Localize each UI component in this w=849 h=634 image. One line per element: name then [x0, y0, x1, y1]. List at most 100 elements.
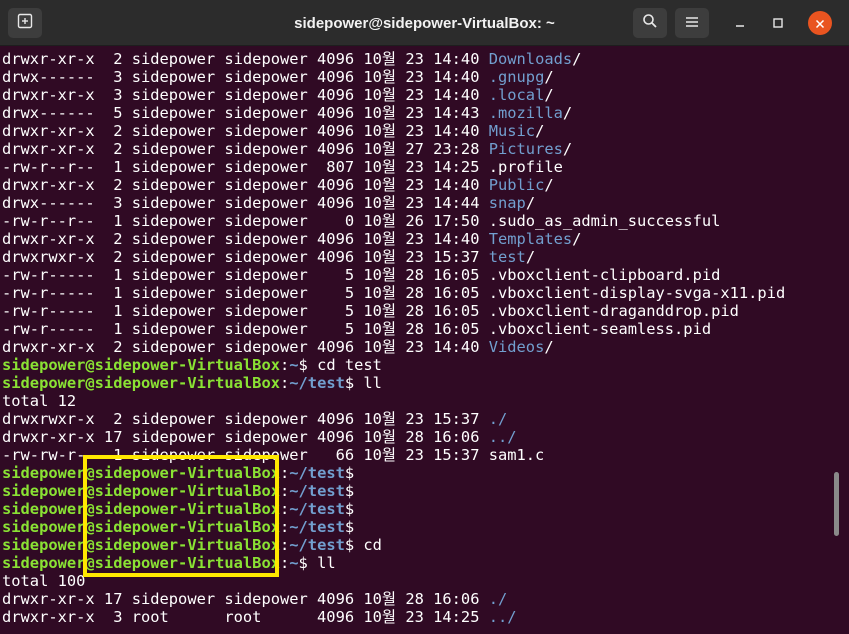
- prompt-path: ~/test: [289, 374, 345, 392]
- maximize-button[interactable]: [766, 11, 790, 35]
- directory-name: .gnupg: [488, 68, 545, 86]
- prompt-path: ~: [289, 554, 299, 572]
- terminal-text: :: [279, 374, 290, 392]
- directory-name: Pictures: [488, 140, 563, 158]
- terminal-text: :: [279, 482, 290, 500]
- terminal-text: :: [279, 464, 290, 482]
- prompt-path: ~/test: [289, 536, 345, 554]
- directory-name: Videos: [488, 338, 545, 356]
- directory-name: Templates: [488, 230, 573, 248]
- terminal-line: drwxr-xr-x 2 sidepower sidepower 4096 10…: [2, 140, 785, 158]
- directory-name: ./: [488, 410, 508, 428]
- menu-button[interactable]: [675, 8, 709, 38]
- terminal-text: :: [279, 536, 290, 554]
- directory-name: Downloads: [488, 50, 573, 68]
- terminal-text: /: [544, 176, 554, 194]
- directory-name: test: [488, 248, 526, 266]
- terminal-text: :: [279, 356, 290, 374]
- prompt-path: ~/test: [289, 518, 345, 536]
- terminal-text: -rw-r----- 1 sidepower sidepower 5 10월 2…: [2, 320, 712, 338]
- terminal-text: -rw-r----- 1 sidepower sidepower 5 10월 2…: [2, 266, 721, 284]
- terminal-line: -rw-r----- 1 sidepower sidepower 5 10월 2…: [2, 284, 785, 302]
- directory-name: .mozilla: [488, 104, 563, 122]
- terminal-line: drwxr-xr-x 17 sidepower sidepower 4096 1…: [2, 428, 785, 446]
- terminal-line: drwxr-xr-x 2 sidepower sidepower 4096 10…: [2, 50, 785, 68]
- terminal-text: :: [279, 554, 290, 572]
- prompt-path: ~: [289, 356, 299, 374]
- scrollbar-thumb[interactable]: [834, 472, 839, 536]
- terminal-text: $: [344, 482, 355, 500]
- directory-name: Music: [488, 122, 536, 140]
- prompt-path: ~/test: [289, 464, 345, 482]
- terminal-line: drwxr-xr-x 2 sidepower sidepower 4096 10…: [2, 338, 785, 356]
- terminal-text: $: [344, 500, 355, 518]
- terminal-text: drwxr-xr-x 2 sidepower sidepower 4096 10…: [2, 140, 489, 158]
- terminal-text: drwxr-xr-x 2 sidepower sidepower 4096 10…: [2, 230, 489, 248]
- title-bar: sidepower@sidepower-VirtualBox: ~: [0, 0, 849, 46]
- directory-name: ./: [488, 590, 508, 608]
- terminal-text: drwxrwxr-x 2 sidepower sidepower 4096 10…: [2, 248, 489, 266]
- terminal-text: -rw-r----- 1 sidepower sidepower 5 10월 2…: [2, 284, 786, 302]
- terminal-text: total 12: [2, 392, 77, 410]
- highlight-box: [83, 455, 279, 577]
- terminal-text: drwxr-xr-x 17 sidepower sidepower 4096 1…: [2, 590, 489, 608]
- directory-name: ../: [488, 428, 517, 446]
- terminal-text: /: [572, 50, 582, 68]
- minimize-button[interactable]: [728, 11, 752, 35]
- terminal-line: -rw-r----- 1 sidepower sidepower 5 10월 2…: [2, 302, 785, 320]
- terminal-line: drwxr-xr-x 3 root root 4096 10월 23 14:25…: [2, 608, 785, 626]
- terminal-text: /: [562, 140, 573, 158]
- terminal-line: drwx------ 5 sidepower sidepower 4096 10…: [2, 104, 785, 122]
- terminal-line: sidepower@sidepower-VirtualBox:~$ cd tes…: [2, 356, 785, 374]
- close-icon: [815, 14, 825, 33]
- terminal-line: drwxr-xr-x 3 sidepower sidepower 4096 10…: [2, 86, 785, 104]
- prompt-path: ~/test: [289, 500, 345, 518]
- terminal-text: drwxr-xr-x 2 sidepower sidepower 4096 10…: [2, 176, 489, 194]
- terminal-line: -rw-r----- 1 sidepower sidepower 5 10월 2…: [2, 266, 785, 284]
- terminal-text: :: [279, 518, 290, 536]
- terminal-text: -rw-r--r-- 1 sidepower sidepower 0 10월 2…: [2, 212, 721, 230]
- terminal-text: drwxr-xr-x 2 sidepower sidepower 4096 10…: [2, 338, 489, 356]
- terminal-text: /: [525, 248, 536, 266]
- terminal-text: drwxrwxr-x 2 sidepower sidepower 4096 10…: [2, 410, 489, 428]
- prompt-path: ~/test: [289, 482, 345, 500]
- directory-name: .local: [488, 86, 545, 104]
- terminal-line: drwx------ 3 sidepower sidepower 4096 10…: [2, 68, 785, 86]
- terminal-text: drwxr-xr-x 2 sidepower sidepower 4096 10…: [2, 50, 489, 68]
- close-button[interactable]: [808, 11, 832, 35]
- terminal-line: drwxrwxr-x 2 sidepower sidepower 4096 10…: [2, 248, 785, 266]
- terminal-text: -rw-r--r-- 1 sidepower sidepower 807 10월…: [2, 158, 563, 176]
- terminal-text: $ ll: [298, 554, 336, 572]
- terminal-text: $ cd: [344, 536, 382, 554]
- terminal-line: drwxr-xr-x 2 sidepower sidepower 4096 10…: [2, 176, 785, 194]
- search-button[interactable]: [633, 8, 667, 38]
- terminal-text: $ cd test: [298, 356, 382, 374]
- directory-name: snap: [488, 194, 526, 212]
- prompt-user: sidepower@sidepower-VirtualBox: [2, 374, 280, 392]
- terminal-line: drwxrwxr-x 2 sidepower sidepower 4096 10…: [2, 410, 785, 428]
- terminal-text: $: [344, 464, 355, 482]
- directory-name: Public: [488, 176, 545, 194]
- terminal-text: drwx------ 3 sidepower sidepower 4096 10…: [2, 194, 489, 212]
- terminal-text: /: [572, 230, 582, 248]
- prompt-user: sidepower@sidepower-VirtualBox: [2, 356, 280, 374]
- terminal-text: /: [544, 86, 554, 104]
- terminal-line: drwxr-xr-x 2 sidepower sidepower 4096 10…: [2, 230, 785, 248]
- terminal-text: -rw-r----- 1 sidepower sidepower 5 10월 2…: [2, 302, 739, 320]
- terminal-text: /: [525, 194, 536, 212]
- terminal-text: /: [535, 122, 545, 140]
- terminal-line: drwx------ 3 sidepower sidepower 4096 10…: [2, 194, 785, 212]
- terminal-line: drwxr-xr-x 2 sidepower sidepower 4096 10…: [2, 122, 785, 140]
- window-title: sidepower@sidepower-VirtualBox: ~: [294, 14, 555, 32]
- terminal-text: total 100: [2, 572, 86, 590]
- terminal-text: drwxr-xr-x 3 root root 4096 10월 23 14:25: [2, 608, 489, 626]
- terminal-text: /: [544, 68, 554, 86]
- terminal-line: drwxr-xr-x 17 sidepower sidepower 4096 1…: [2, 590, 785, 608]
- terminal-line: sidepower@sidepower-VirtualBox:~/test$ l…: [2, 374, 785, 392]
- terminal-text: /: [544, 338, 554, 356]
- terminal-text: $: [344, 518, 355, 536]
- minimize-icon: [734, 14, 746, 33]
- search-icon: [642, 13, 658, 33]
- terminal-text: :: [279, 500, 290, 518]
- terminal-line: -rw-r--r-- 1 sidepower sidepower 0 10월 2…: [2, 212, 785, 230]
